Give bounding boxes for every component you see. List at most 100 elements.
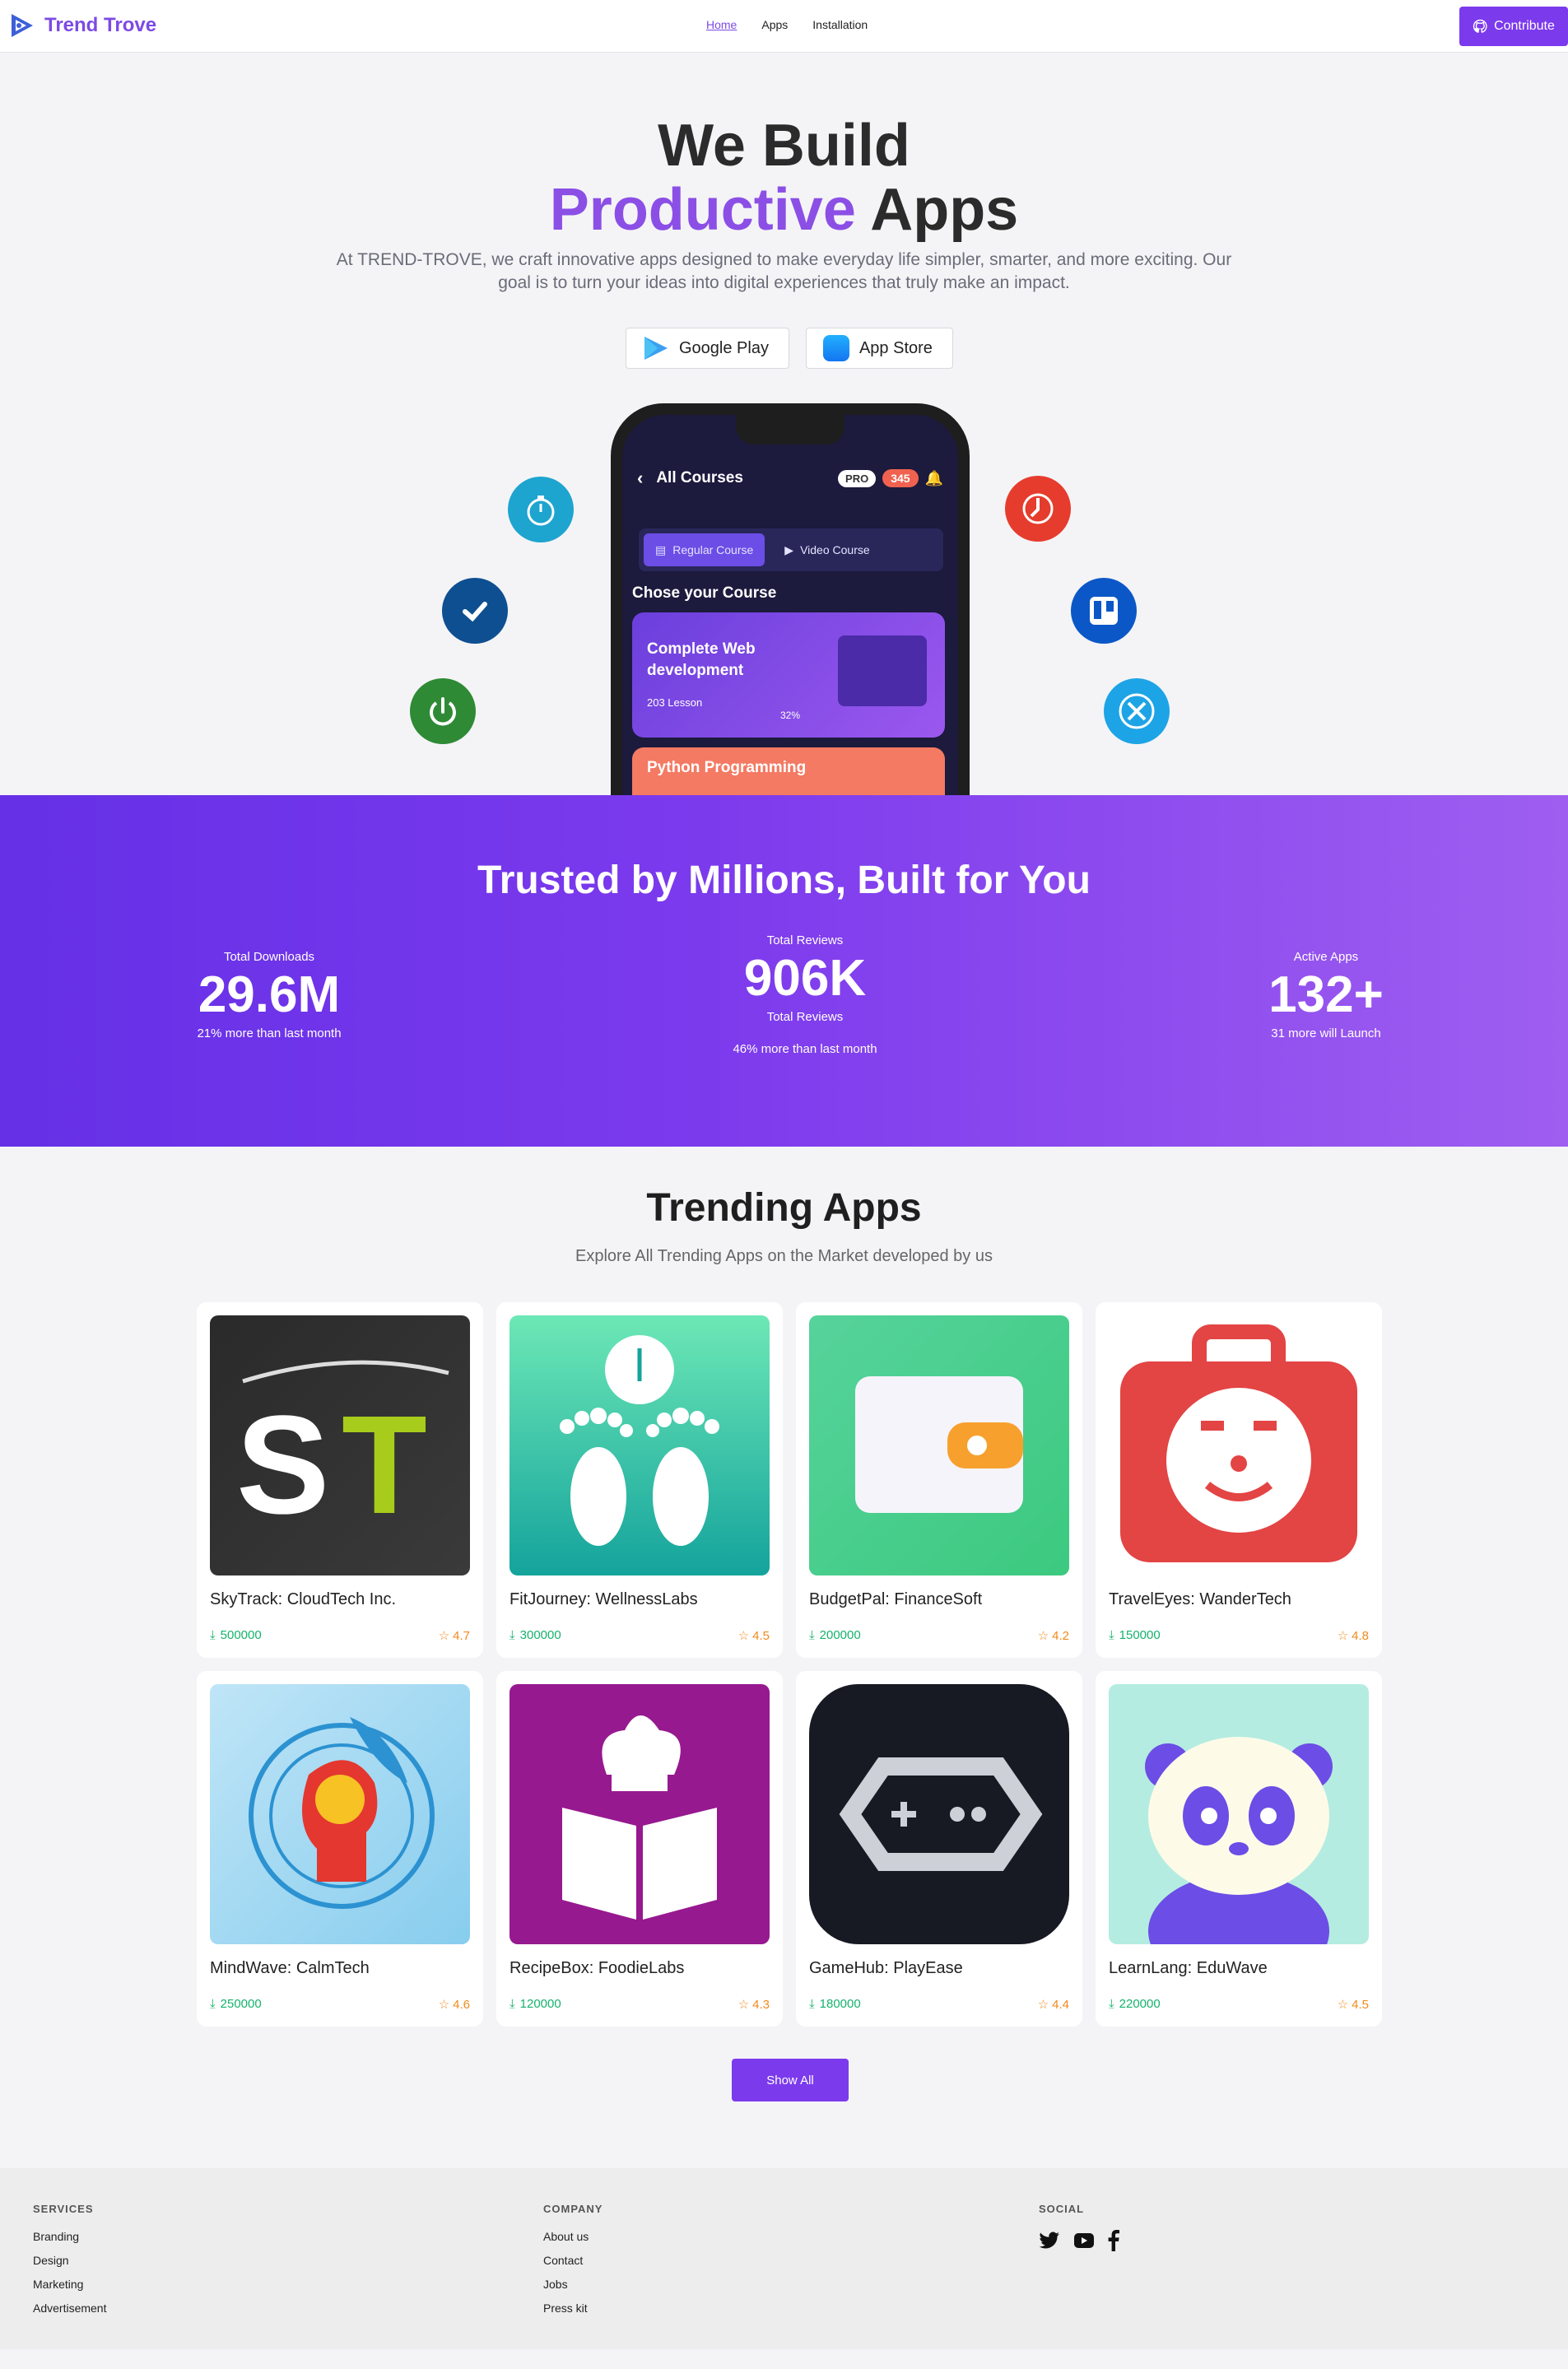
brand[interactable]: Trend Trove bbox=[7, 11, 156, 40]
footer-link-about[interactable]: About us bbox=[543, 2230, 603, 2243]
rating: ☆ 4.7 bbox=[438, 1628, 470, 1644]
stat-reviews: Total Reviews 906K Total Reviews 46% mor… bbox=[682, 933, 928, 1056]
star-icon: ☆ bbox=[1337, 1629, 1349, 1643]
app-card-recipebox[interactable]: RecipeBox: FoodieLabs ⤓ 120000 ☆ 4.3 bbox=[496, 1671, 783, 2027]
contribute-label: Contribute bbox=[1494, 19, 1555, 33]
rating-value: 4.5 bbox=[1352, 1997, 1369, 2012]
crossed-swords-app-icon bbox=[1104, 678, 1170, 744]
logo-icon bbox=[12, 14, 33, 37]
rating-value: 4.3 bbox=[752, 1997, 770, 2012]
google-play-icon bbox=[644, 337, 668, 360]
stat-desc: 46% more than last month bbox=[733, 1042, 877, 1056]
learnlang-app-icon bbox=[1109, 1684, 1369, 1944]
footer-link-advertisement[interactable]: Advertisement bbox=[33, 2302, 106, 2315]
budgetpal-app-icon bbox=[809, 1315, 1069, 1575]
download-count: ⤓ 120000 bbox=[509, 1997, 561, 2011]
star-icon: ☆ bbox=[1037, 1629, 1049, 1643]
app-card-gamehub[interactable]: GameHub: PlayEase ⤓ 180000 ☆ 4.4 bbox=[796, 1671, 1082, 2027]
facebook-icon[interactable] bbox=[1108, 2230, 1119, 2251]
trending-subtitle: Explore All Trending Apps on the Market … bbox=[575, 1247, 993, 1265]
footer-link-contact[interactable]: Contact bbox=[543, 2254, 603, 2267]
course-title: Python Programming bbox=[647, 759, 807, 776]
download-icon: ⤓ bbox=[1109, 1628, 1114, 1642]
tab-video-label: Video Course bbox=[800, 543, 870, 556]
rating: ☆ 4.6 bbox=[439, 1997, 470, 2013]
download-count: ⤓ 200000 bbox=[809, 1628, 861, 1642]
footer-link-marketing[interactable]: Marketing bbox=[33, 2278, 106, 2291]
nav-link-home[interactable]: Home bbox=[706, 18, 737, 31]
star-icon: ☆ bbox=[438, 1629, 450, 1643]
show-all-button[interactable]: Show All bbox=[732, 2059, 849, 2101]
footer-link-branding[interactable]: Branding bbox=[33, 2230, 106, 2243]
app-name: FitJourney: WellnessLabs bbox=[509, 1590, 698, 1608]
download-icon: ⤓ bbox=[1109, 1997, 1114, 2011]
phone-tabs: ▤ Regular Course ▶ Video Course bbox=[639, 528, 943, 571]
app-name: TravelEyes: WanderTech bbox=[1109, 1590, 1291, 1608]
phone-mockup: ‹ All Courses PRO 345 🔔 ▤ Regular Course … bbox=[611, 403, 970, 795]
app-card-traveleyes[interactable]: TravelEyes: WanderTech ⤓ 150000 ☆ 4.8 bbox=[1096, 1302, 1382, 1658]
bell-icon: 🔔 bbox=[924, 469, 943, 486]
nav-link-apps[interactable]: Apps bbox=[761, 18, 788, 31]
github-icon bbox=[1473, 19, 1487, 33]
traveleyes-app-icon bbox=[1109, 1315, 1369, 1575]
app-card-fitjourney[interactable]: FitJourney: WellnessLabs ⤓ 300000 ☆ 4.5 bbox=[496, 1302, 783, 1658]
download-count: ⤓ 150000 bbox=[1109, 1628, 1161, 1642]
code-illustration bbox=[838, 635, 927, 706]
download-count: ⤓ 500000 bbox=[210, 1628, 262, 1642]
tab-regular-course: ▤ Regular Course bbox=[644, 533, 765, 566]
rating-value: 4.6 bbox=[453, 1997, 470, 2012]
phone-section-title: Chose your Course bbox=[632, 584, 777, 602]
download-value: 150000 bbox=[1119, 1628, 1161, 1642]
download-value: 180000 bbox=[819, 1997, 861, 2011]
course-lessons: 203 Lesson bbox=[647, 696, 703, 709]
footer-link-jobs[interactable]: Jobs bbox=[543, 2278, 603, 2291]
contribute-button[interactable]: Contribute bbox=[1459, 7, 1568, 46]
stat-label: Active Apps bbox=[1293, 950, 1359, 964]
app-card-budgetpal[interactable]: BudgetPal: FinanceSoft ⤓ 200000 ☆ 4.2 bbox=[796, 1302, 1082, 1658]
app-store-label: App Store bbox=[858, 338, 933, 357]
svg-text:S: S bbox=[236, 1387, 329, 1543]
twitter-icon[interactable] bbox=[1039, 2232, 1060, 2250]
recipebox-app-icon bbox=[509, 1684, 770, 1944]
stat-label: Total Reviews bbox=[766, 933, 844, 947]
hero-title-accent: Productive bbox=[549, 177, 856, 243]
footer-heading: COMPANY bbox=[543, 2203, 603, 2215]
rating: ☆ 4.2 bbox=[1037, 1628, 1069, 1644]
nav-link-installation[interactable]: Installation bbox=[812, 18, 868, 31]
rating: ☆ 4.3 bbox=[737, 1997, 770, 2013]
footer-services: SERVICES Branding Design Marketing Adver… bbox=[33, 2203, 106, 2325]
phone-header: ‹ All Courses PRO 345 🔔 bbox=[637, 468, 943, 489]
clock-app-icon bbox=[1005, 476, 1071, 542]
stat-value: 132+ bbox=[1268, 966, 1384, 1023]
app-name: GameHub: PlayEase bbox=[809, 1959, 963, 1977]
google-play-button[interactable]: Google Play bbox=[626, 328, 789, 369]
stats-title: Trusted by Millions, Built for You bbox=[477, 859, 1091, 902]
pro-badge: PRO bbox=[838, 469, 877, 487]
trending-title: Trending Apps bbox=[646, 1186, 922, 1230]
rating-value: 4.7 bbox=[453, 1628, 470, 1643]
footer-link-press-kit[interactable]: Press kit bbox=[543, 2302, 603, 2315]
stat-active-apps: Active Apps 132+ 31 more will Launch bbox=[1203, 950, 1449, 1040]
hero-title-line1: We Build bbox=[658, 113, 910, 179]
footer-company: COMPANY About us Contact Jobs Press kit bbox=[543, 2203, 603, 2325]
phone-header-title: All Courses bbox=[656, 469, 743, 486]
app-card-learnlang[interactable]: LearnLang: EduWave ⤓ 220000 ☆ 4.5 bbox=[1096, 1671, 1382, 2027]
download-icon: ⤓ bbox=[509, 1628, 515, 1642]
hero-subtitle: At TREND-TROVE, we craft innovative apps… bbox=[336, 250, 1232, 292]
app-store-button[interactable]: App Store bbox=[805, 328, 953, 369]
app-store-icon bbox=[822, 335, 849, 361]
footer-heading: SERVICES bbox=[33, 2203, 94, 2215]
checkmark-app-icon bbox=[442, 578, 508, 644]
phone-screen: ‹ All Courses PRO 345 🔔 ▤ Regular Course … bbox=[622, 415, 958, 795]
app-card-skytrack[interactable]: ST SkyTrack: CloudTech Inc. ⤓ 500000 ☆ 4.7 bbox=[197, 1302, 483, 1658]
download-value: 500000 bbox=[220, 1628, 262, 1642]
star-icon: ☆ bbox=[737, 1998, 750, 2012]
download-count: ⤓ 180000 bbox=[809, 1997, 861, 2011]
app-card-mindwave[interactable]: MindWave: CalmTech ⤓ 250000 ☆ 4.6 bbox=[197, 1671, 483, 2027]
hero-title-line2: Productive Apps bbox=[0, 178, 1568, 242]
stat-desc: 31 more will Launch bbox=[1271, 1026, 1381, 1040]
youtube-icon[interactable] bbox=[1073, 2232, 1095, 2249]
footer-link-design[interactable]: Design bbox=[33, 2254, 106, 2267]
app-name: MindWave: CalmTech bbox=[210, 1959, 370, 1977]
stat-value: 29.6M bbox=[198, 966, 341, 1023]
